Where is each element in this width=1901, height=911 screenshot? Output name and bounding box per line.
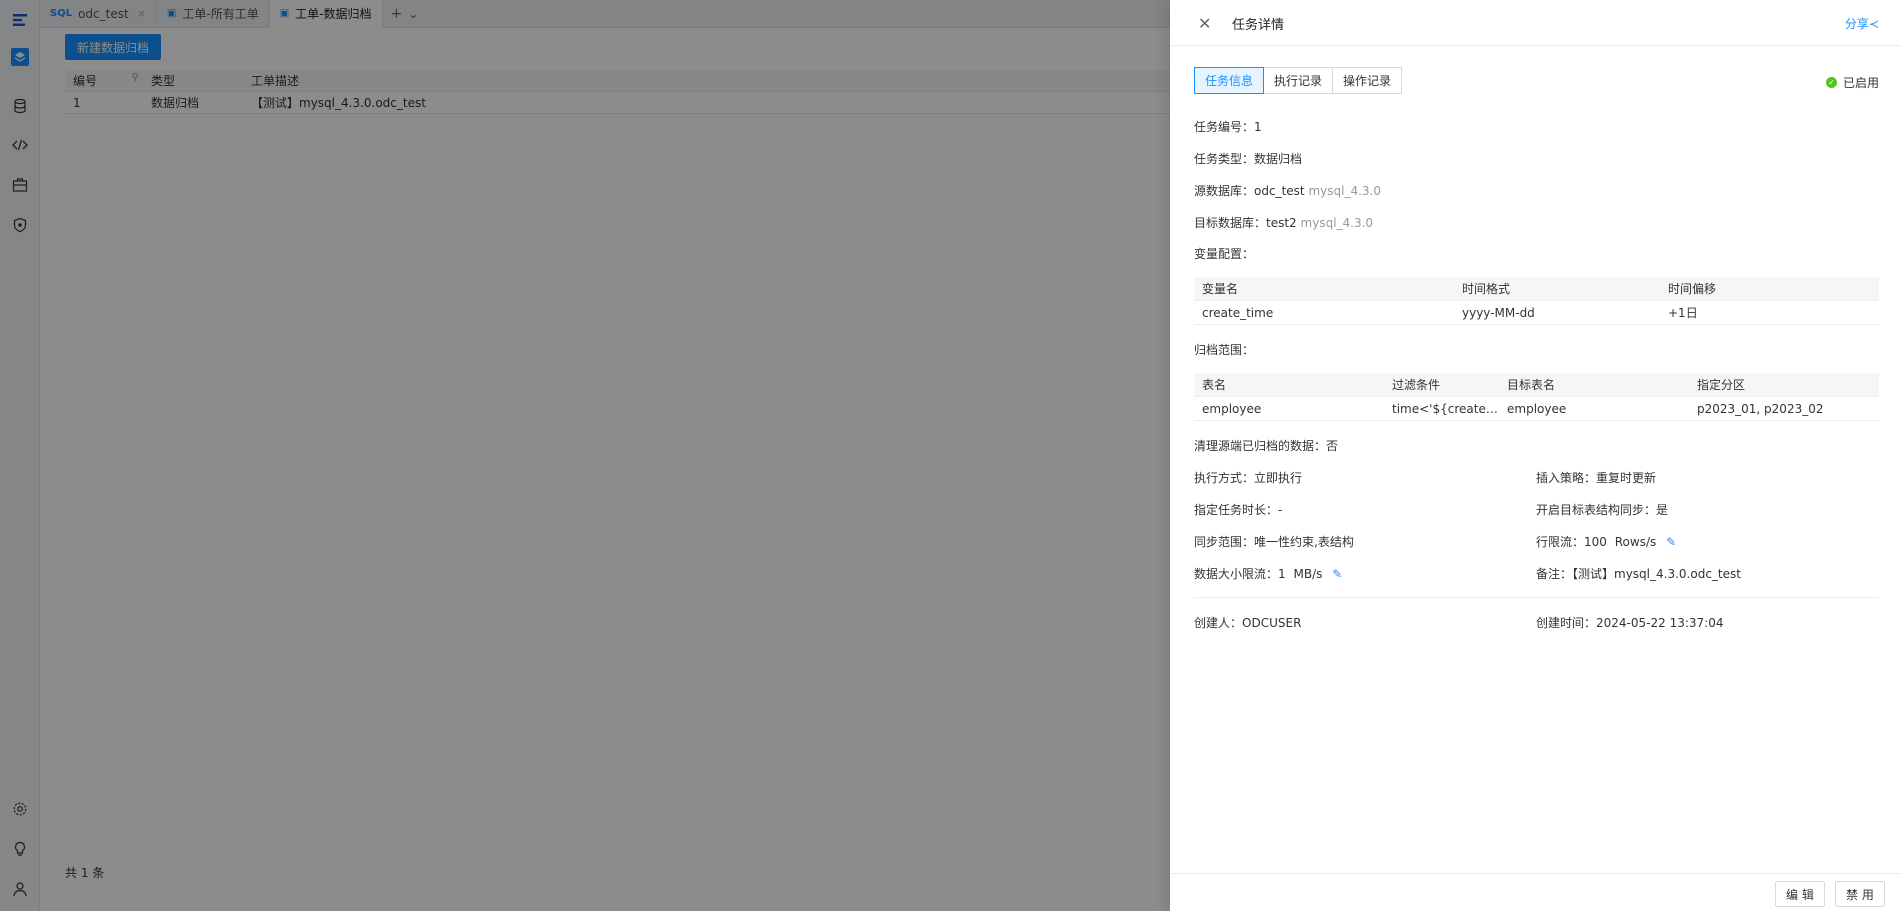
- section-divider: [1194, 597, 1879, 598]
- field-value: 【测试】mysql_4.3.0.odc_test: [1572, 567, 1741, 581]
- field-cleanup: 清理源端已归档的数据：否: [1194, 437, 1338, 454]
- field-target-db: 目标数据库：test2 mysql_4.3.0: [1194, 214, 1373, 231]
- field-unit: MB/s: [1293, 567, 1323, 581]
- field-archive-range-label: 归档范围：: [1194, 343, 1255, 357]
- field-label: 数据大小限流：: [1194, 567, 1279, 581]
- check-circle-icon: ✓: [1825, 77, 1837, 88]
- drawer-footer: 编 辑 禁 用: [1170, 873, 1901, 911]
- column-header: 变量名: [1202, 282, 1239, 296]
- column-header: 时间格式: [1462, 282, 1511, 296]
- task-detail-drawer: ✕ 任务详情 分享≺ 任务信息 执行记录 操作记录 ✓ 已启用 任务编号：1 任…: [1170, 0, 1901, 911]
- field-value: 否: [1326, 439, 1339, 453]
- variable-table: 变量名 时间格式 时间偏移 create_time yyyy-MM-dd +1日: [1194, 277, 1879, 325]
- column-header: 指定分区: [1697, 378, 1746, 392]
- field-insert-strategy: 插入策略：重复时更新: [1536, 469, 1656, 486]
- field-label: 开启目标表结构同步：: [1536, 503, 1657, 517]
- field-value: test2: [1266, 216, 1297, 230]
- tab-operation-records[interactable]: 操作记录: [1332, 67, 1403, 94]
- field-value: 2024-05-22 13:37:04: [1596, 616, 1724, 630]
- field-created-time: 创建时间：2024-05-22 13:37:04: [1536, 614, 1723, 631]
- column-header: 时间偏移: [1668, 282, 1717, 296]
- archive-range-table: 表名 过滤条件 目标表名 指定分区 employee time<'${creat…: [1194, 373, 1879, 421]
- field-value: ODCUSER: [1242, 616, 1302, 630]
- field-label: 同步范围：: [1194, 535, 1255, 549]
- cell: p2023_01, p2023_02: [1697, 401, 1824, 416]
- field-duration: 指定任务时长：-: [1194, 501, 1282, 518]
- field-label: 执行方式：: [1194, 471, 1255, 485]
- field-task-id: 任务编号：1: [1194, 118, 1262, 135]
- field-label: 插入策略：: [1536, 471, 1597, 485]
- field-label: 备注：: [1536, 567, 1573, 581]
- db-version: mysql_4.3.0: [1308, 184, 1381, 198]
- field-row-limit: 行限流：100 Rows/s ✎: [1536, 533, 1676, 550]
- status-badge: ✓ 已启用: [1825, 74, 1879, 91]
- field-value: 1: [1278, 567, 1286, 581]
- modal-mask[interactable]: [0, 0, 1170, 911]
- field-value: 100: [1584, 535, 1607, 549]
- field-remark: 备注：【测试】mysql_4.3.0.odc_test: [1536, 565, 1741, 582]
- cell: +1日: [1668, 306, 1698, 320]
- cell: employee: [1507, 401, 1567, 416]
- cell: time<'${create_time}': [1392, 401, 1499, 416]
- edit-icon[interactable]: ✎: [1666, 535, 1676, 549]
- field-task-type: 任务类型：数据归档: [1194, 150, 1302, 167]
- drawer-title: 任务详情: [1232, 18, 1285, 33]
- field-label: 行限流：: [1536, 535, 1585, 549]
- edit-button[interactable]: 编 辑: [1775, 881, 1825, 907]
- field-unit: Rows/s: [1614, 535, 1657, 549]
- field-label: 任务类型：: [1194, 152, 1255, 166]
- field-value: -: [1278, 503, 1283, 517]
- field-value: 1: [1254, 120, 1262, 134]
- field-value: odc_test: [1254, 184, 1305, 198]
- disable-button[interactable]: 禁 用: [1835, 881, 1885, 907]
- field-source-db: 源数据库：odc_test mysql_4.3.0: [1194, 182, 1381, 199]
- table-row: create_time yyyy-MM-dd +1日: [1194, 301, 1879, 325]
- field-label: 指定任务时长：: [1194, 503, 1279, 517]
- cell: create_time: [1202, 305, 1274, 320]
- field-creator: 创建人：ODCUSER: [1194, 614, 1301, 631]
- field-value: 数据归档: [1254, 152, 1303, 166]
- field-schema-sync: 开启目标表结构同步：是: [1536, 501, 1668, 518]
- field-size-limit: 数据大小限流：1 MB/s ✎: [1194, 565, 1342, 582]
- edit-icon[interactable]: ✎: [1332, 567, 1342, 581]
- field-label: 创建时间：: [1536, 616, 1597, 630]
- close-icon[interactable]: ✕: [1198, 14, 1211, 33]
- tab-task-info[interactable]: 任务信息: [1194, 67, 1265, 94]
- column-header: 表名: [1202, 378, 1227, 392]
- field-value: 是: [1656, 503, 1669, 517]
- field-value: 立即执行: [1254, 471, 1303, 485]
- table-header: 变量名 时间格式 时间偏移: [1194, 277, 1879, 301]
- table-header: 表名 过滤条件 目标表名 指定分区: [1194, 373, 1879, 397]
- field-label: 清理源端已归档的数据：: [1194, 439, 1327, 453]
- field-value: 唯一性约束,表结构: [1254, 535, 1354, 549]
- tab-exec-records[interactable]: 执行记录: [1263, 67, 1334, 94]
- status-label: 已启用: [1842, 76, 1879, 90]
- table-row: employee time<'${create_time}' employee …: [1194, 397, 1879, 421]
- share-icon: ≺: [1868, 17, 1879, 31]
- field-label: 任务编号：: [1194, 120, 1255, 134]
- field-var-config-label: 变量配置：: [1194, 247, 1255, 261]
- field-sync-range: 同步范围：唯一性约束,表结构: [1194, 533, 1354, 550]
- column-header: 过滤条件: [1392, 378, 1441, 392]
- field-value: 重复时更新: [1596, 471, 1657, 485]
- drawer-header: ✕ 任务详情 分享≺: [1170, 0, 1901, 46]
- column-header: 目标表名: [1507, 378, 1556, 392]
- share-button[interactable]: 分享≺: [1845, 15, 1879, 32]
- cell: yyyy-MM-dd: [1462, 305, 1535, 320]
- field-exec-mode: 执行方式：立即执行: [1194, 469, 1302, 486]
- field-label: 目标数据库：: [1194, 216, 1267, 230]
- detail-tabs: 任务信息 执行记录 操作记录: [1194, 67, 1403, 94]
- share-label: 分享: [1844, 17, 1869, 31]
- cell: employee: [1202, 401, 1262, 416]
- field-label: 源数据库：: [1194, 184, 1255, 198]
- field-label: 创建人：: [1194, 616, 1243, 630]
- db-version: mysql_4.3.0: [1300, 216, 1374, 230]
